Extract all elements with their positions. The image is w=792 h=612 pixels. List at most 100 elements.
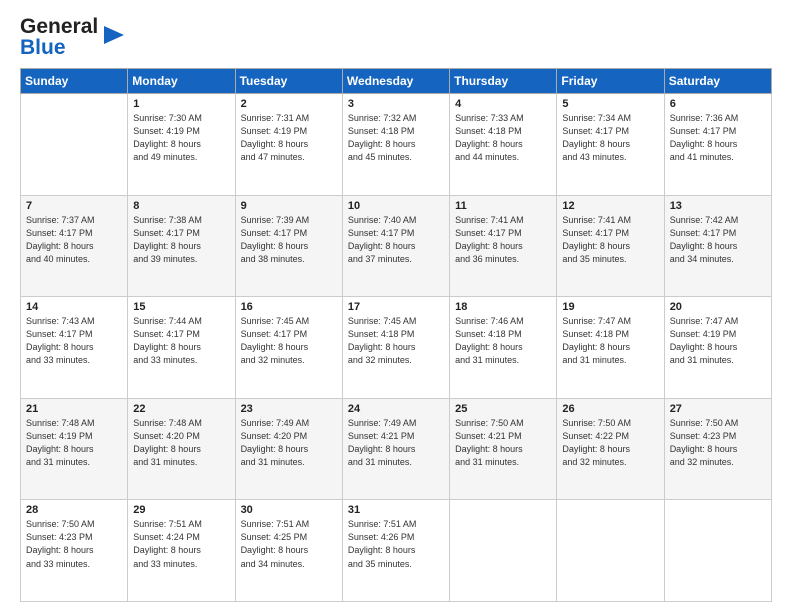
day-number: 19 [562,301,658,313]
table-row: 3 Sunrise: 7:32 AMSunset: 4:18 PMDaylight… [342,94,449,196]
table-row: 17 Sunrise: 7:45 AMSunset: 4:18 PMDayligh… [342,297,449,399]
table-row: 20 Sunrise: 7:47 AMSunset: 4:19 PMDayligh… [664,297,771,399]
table-row: 30 Sunrise: 7:51 AMSunset: 4:25 PMDayligh… [235,500,342,602]
day-number: 20 [670,301,766,313]
header: General Blue [20,16,772,58]
table-row [450,500,557,602]
day-number: 18 [455,301,551,313]
day-number: 10 [348,200,444,212]
day-info: Sunrise: 7:31 AMSunset: 4:19 PMDaylight:… [241,112,337,164]
calendar-header-row: Sunday Monday Tuesday Wednesday Thursday… [21,69,772,94]
day-number: 12 [562,200,658,212]
day-number: 14 [26,301,122,313]
day-info: Sunrise: 7:49 AMSunset: 4:20 PMDaylight:… [241,417,337,469]
day-number: 4 [455,98,551,110]
table-row: 19 Sunrise: 7:47 AMSunset: 4:18 PMDayligh… [557,297,664,399]
table-row: 21 Sunrise: 7:48 AMSunset: 4:19 PMDayligh… [21,398,128,500]
table-row [557,500,664,602]
day-number: 5 [562,98,658,110]
col-monday: Monday [128,69,235,94]
table-row: 15 Sunrise: 7:44 AMSunset: 4:17 PMDayligh… [128,297,235,399]
col-wednesday: Wednesday [342,69,449,94]
table-row: 27 Sunrise: 7:50 AMSunset: 4:23 PMDayligh… [664,398,771,500]
day-number: 29 [133,504,229,516]
day-info: Sunrise: 7:43 AMSunset: 4:17 PMDaylight:… [26,315,122,367]
col-tuesday: Tuesday [235,69,342,94]
day-number: 7 [26,200,122,212]
day-number: 17 [348,301,444,313]
day-number: 8 [133,200,229,212]
day-info: Sunrise: 7:46 AMSunset: 4:18 PMDaylight:… [455,315,551,367]
day-info: Sunrise: 7:37 AMSunset: 4:17 PMDaylight:… [26,214,122,266]
day-info: Sunrise: 7:50 AMSunset: 4:22 PMDaylight:… [562,417,658,469]
table-row: 1 Sunrise: 7:30 AMSunset: 4:19 PMDaylight… [128,94,235,196]
table-row: 16 Sunrise: 7:45 AMSunset: 4:17 PMDayligh… [235,297,342,399]
table-row: 12 Sunrise: 7:41 AMSunset: 4:17 PMDayligh… [557,195,664,297]
day-info: Sunrise: 7:30 AMSunset: 4:19 PMDaylight:… [133,112,229,164]
logo: General Blue [20,16,126,58]
day-number: 6 [670,98,766,110]
day-info: Sunrise: 7:44 AMSunset: 4:17 PMDaylight:… [133,315,229,367]
day-info: Sunrise: 7:40 AMSunset: 4:17 PMDaylight:… [348,214,444,266]
day-info: Sunrise: 7:47 AMSunset: 4:19 PMDaylight:… [670,315,766,367]
col-thursday: Thursday [450,69,557,94]
day-info: Sunrise: 7:50 AMSunset: 4:23 PMDaylight:… [26,518,122,570]
day-info: Sunrise: 7:33 AMSunset: 4:18 PMDaylight:… [455,112,551,164]
day-info: Sunrise: 7:47 AMSunset: 4:18 PMDaylight:… [562,315,658,367]
table-row: 18 Sunrise: 7:46 AMSunset: 4:18 PMDayligh… [450,297,557,399]
table-row: 24Sunrise: 7:49 AMSunset: 4:21 PMDayligh… [342,398,449,500]
day-number: 13 [670,200,766,212]
logo-arrow-icon [100,22,126,48]
day-number: 23 [241,403,337,415]
day-number: 2 [241,98,337,110]
calendar-table: Sunday Monday Tuesday Wednesday Thursday… [20,68,772,602]
table-row [664,500,771,602]
calendar-week-row: 7 Sunrise: 7:37 AMSunset: 4:17 PMDaylight… [21,195,772,297]
day-info: Sunrise: 7:50 AMSunset: 4:21 PMDaylight:… [455,417,551,469]
calendar-week-row: 1 Sunrise: 7:30 AMSunset: 4:19 PMDaylight… [21,94,772,196]
day-info: Sunrise: 7:51 AMSunset: 4:26 PMDaylight:… [348,518,444,570]
table-row: 6Sunrise: 7:36 AMSunset: 4:17 PMDaylight… [664,94,771,196]
day-number: 1 [133,98,229,110]
table-row: 31Sunrise: 7:51 AMSunset: 4:26 PMDayligh… [342,500,449,602]
day-number: 16 [241,301,337,313]
day-number: 11 [455,200,551,212]
table-row: 4 Sunrise: 7:33 AMSunset: 4:18 PMDaylight… [450,94,557,196]
table-row: 13Sunrise: 7:42 AMSunset: 4:17 PMDayligh… [664,195,771,297]
day-info: Sunrise: 7:45 AMSunset: 4:17 PMDaylight:… [241,315,337,367]
day-info: Sunrise: 7:51 AMSunset: 4:25 PMDaylight:… [241,518,337,570]
day-info: Sunrise: 7:48 AMSunset: 4:20 PMDaylight:… [133,417,229,469]
day-number: 26 [562,403,658,415]
page: General Blue Sunday Monday Tuesday Wedne… [0,0,792,612]
calendar-week-row: 28 Sunrise: 7:50 AMSunset: 4:23 PMDayligh… [21,500,772,602]
table-row: 28 Sunrise: 7:50 AMSunset: 4:23 PMDayligh… [21,500,128,602]
table-row: 5Sunrise: 7:34 AMSunset: 4:17 PMDaylight… [557,94,664,196]
table-row: 11Sunrise: 7:41 AMSunset: 4:17 PMDayligh… [450,195,557,297]
table-row: 25Sunrise: 7:50 AMSunset: 4:21 PMDayligh… [450,398,557,500]
day-number: 3 [348,98,444,110]
day-number: 28 [26,504,122,516]
day-info: Sunrise: 7:32 AMSunset: 4:18 PMDaylight:… [348,112,444,164]
day-number: 15 [133,301,229,313]
day-info: Sunrise: 7:51 AMSunset: 4:24 PMDaylight:… [133,518,229,570]
day-number: 9 [241,200,337,212]
calendar-week-row: 21 Sunrise: 7:48 AMSunset: 4:19 PMDayligh… [21,398,772,500]
col-saturday: Saturday [664,69,771,94]
table-row [21,94,128,196]
day-info: Sunrise: 7:41 AMSunset: 4:17 PMDaylight:… [562,214,658,266]
day-info: Sunrise: 7:48 AMSunset: 4:19 PMDaylight:… [26,417,122,469]
table-row: 29 Sunrise: 7:51 AMSunset: 4:24 PMDayligh… [128,500,235,602]
table-row: 9 Sunrise: 7:39 AMSunset: 4:17 PMDaylight… [235,195,342,297]
day-info: Sunrise: 7:49 AMSunset: 4:21 PMDaylight:… [348,417,444,469]
table-row: 22Sunrise: 7:48 AMSunset: 4:20 PMDayligh… [128,398,235,500]
table-row: 26 Sunrise: 7:50 AMSunset: 4:22 PMDayligh… [557,398,664,500]
col-sunday: Sunday [21,69,128,94]
day-info: Sunrise: 7:50 AMSunset: 4:23 PMDaylight:… [670,417,766,469]
table-row: 7 Sunrise: 7:37 AMSunset: 4:17 PMDaylight… [21,195,128,297]
calendar-week-row: 14 Sunrise: 7:43 AMSunset: 4:17 PMDayligh… [21,297,772,399]
day-info: Sunrise: 7:39 AMSunset: 4:17 PMDaylight:… [241,214,337,266]
day-number: 30 [241,504,337,516]
day-number: 21 [26,403,122,415]
day-info: Sunrise: 7:45 AMSunset: 4:18 PMDaylight:… [348,315,444,367]
day-number: 27 [670,403,766,415]
